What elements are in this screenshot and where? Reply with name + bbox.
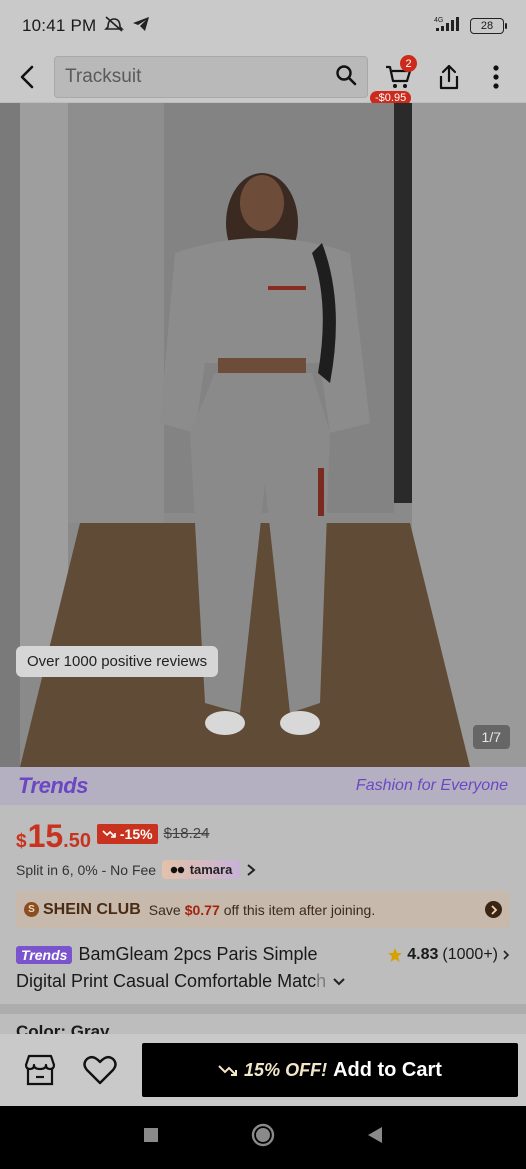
price-decimal: .50 xyxy=(63,830,91,852)
signal-icon: 4G xyxy=(432,16,462,37)
rating-value: 4.83 xyxy=(407,945,439,963)
store-icon xyxy=(24,1054,56,1086)
tamara-label: tamara xyxy=(189,862,233,877)
share-icon xyxy=(439,64,459,90)
battery-level: 28 xyxy=(480,20,494,32)
installment-text: Split in 6, 0% - No Fee xyxy=(16,861,157,878)
top-bar: Tracksuit 2 -$0.95 xyxy=(0,52,526,105)
search-query: Tracksuit xyxy=(65,66,142,87)
tamara-badge: tamara xyxy=(162,860,241,879)
cart-count-badge: 2 xyxy=(400,55,417,72)
back-button[interactable] xyxy=(0,55,54,99)
product-title-block[interactable]: Trends BamGleam 2pcs Paris Simple 4.83 (… xyxy=(16,944,510,996)
back-arrow-icon xyxy=(20,65,34,89)
square-icon xyxy=(144,1128,158,1142)
system-navigation-bar xyxy=(0,1106,526,1169)
star-icon xyxy=(388,947,403,962)
trend-down-icon xyxy=(218,1065,238,1076)
nav-back-button[interactable] xyxy=(366,1125,384,1150)
club-name: SHEIN CLUB xyxy=(43,900,141,918)
price-currency: $ xyxy=(16,831,27,852)
discount-percent: -15% xyxy=(119,825,153,842)
cart-button[interactable]: 2 -$0.95 xyxy=(370,55,424,105)
price-row: $ 15 .50 -15% $18.24 xyxy=(16,818,209,855)
trends-banner[interactable]: Trends Fashion for Everyone xyxy=(0,767,526,805)
club-text-after: off this item after joining. xyxy=(223,901,376,918)
positive-reviews-chip: Over 1000 positive reviews xyxy=(16,646,219,677)
product-image-gallery[interactable]: Over 1000 positive reviews 1/7 xyxy=(0,103,526,767)
review-count: (1000+) xyxy=(442,945,498,963)
product-title-line1: BamGleam 2pcs Paris Simple xyxy=(78,944,318,964)
chevron-down-icon[interactable] xyxy=(332,977,346,987)
heart-icon xyxy=(83,1055,117,1085)
battery-icon: 28 xyxy=(470,18,507,34)
rating[interactable]: 4.83 (1000+) xyxy=(387,946,510,964)
store-button[interactable] xyxy=(16,1046,64,1094)
tamara-logo-icon xyxy=(170,866,185,874)
color-selector-label[interactable]: Color: Gray xyxy=(16,1022,110,1034)
club-arrow-icon[interactable] xyxy=(485,901,502,918)
cart-discount-label: 15% OFF! xyxy=(244,1059,328,1080)
triangle-back-icon xyxy=(368,1127,382,1143)
status-bar: 10:41 PM 4G 28 xyxy=(0,0,526,52)
trend-down-icon xyxy=(102,829,116,838)
club-save-amount: $0.77 xyxy=(184,901,220,918)
trends-chip: Trends xyxy=(16,945,73,964)
wishlist-button[interactable] xyxy=(76,1046,124,1094)
home-button[interactable] xyxy=(250,1122,276,1153)
more-vertical-icon xyxy=(493,65,499,89)
circle-icon xyxy=(251,1123,275,1147)
chevron-right-icon xyxy=(503,949,510,960)
bottom-action-bar: 15% OFF! Add to Cart xyxy=(0,1034,526,1106)
add-to-cart-label: Add to Cart xyxy=(333,1058,442,1081)
add-to-cart-button[interactable]: 15% OFF! Add to Cart xyxy=(142,1043,518,1097)
muted-icon xyxy=(104,15,125,38)
club-text-before: Save xyxy=(148,901,181,918)
price-integer: 15 xyxy=(27,818,64,854)
trends-tagline: Fashion for Everyone xyxy=(355,777,508,794)
trends-logo: Trends xyxy=(18,773,88,798)
image-page-indicator: 1/7 xyxy=(472,725,510,749)
club-badge-icon: S xyxy=(24,902,39,917)
search-icon[interactable] xyxy=(335,64,357,91)
share-button[interactable] xyxy=(424,55,474,99)
shein-club-banner[interactable]: S SHEIN CLUB Save $0.77 off this item af… xyxy=(16,891,510,928)
status-time: 10:41 PM xyxy=(22,16,97,35)
discount-badge: -15% xyxy=(96,823,158,844)
product-title-line2: Digital Print Casual Comfortable Matc xyxy=(16,971,317,991)
search-input[interactable]: Tracksuit xyxy=(54,56,368,98)
original-price: $18.24 xyxy=(163,825,210,842)
recents-button[interactable] xyxy=(142,1126,160,1149)
installment-row[interactable]: Split in 6, 0% - No Fee tamara xyxy=(16,860,256,879)
network-type: 4G xyxy=(434,17,443,24)
more-options-button[interactable] xyxy=(474,55,518,99)
product-title-fade: h xyxy=(316,971,327,991)
telegram-icon xyxy=(132,16,150,37)
section-divider xyxy=(0,1004,526,1014)
chevron-right-icon xyxy=(247,863,256,876)
